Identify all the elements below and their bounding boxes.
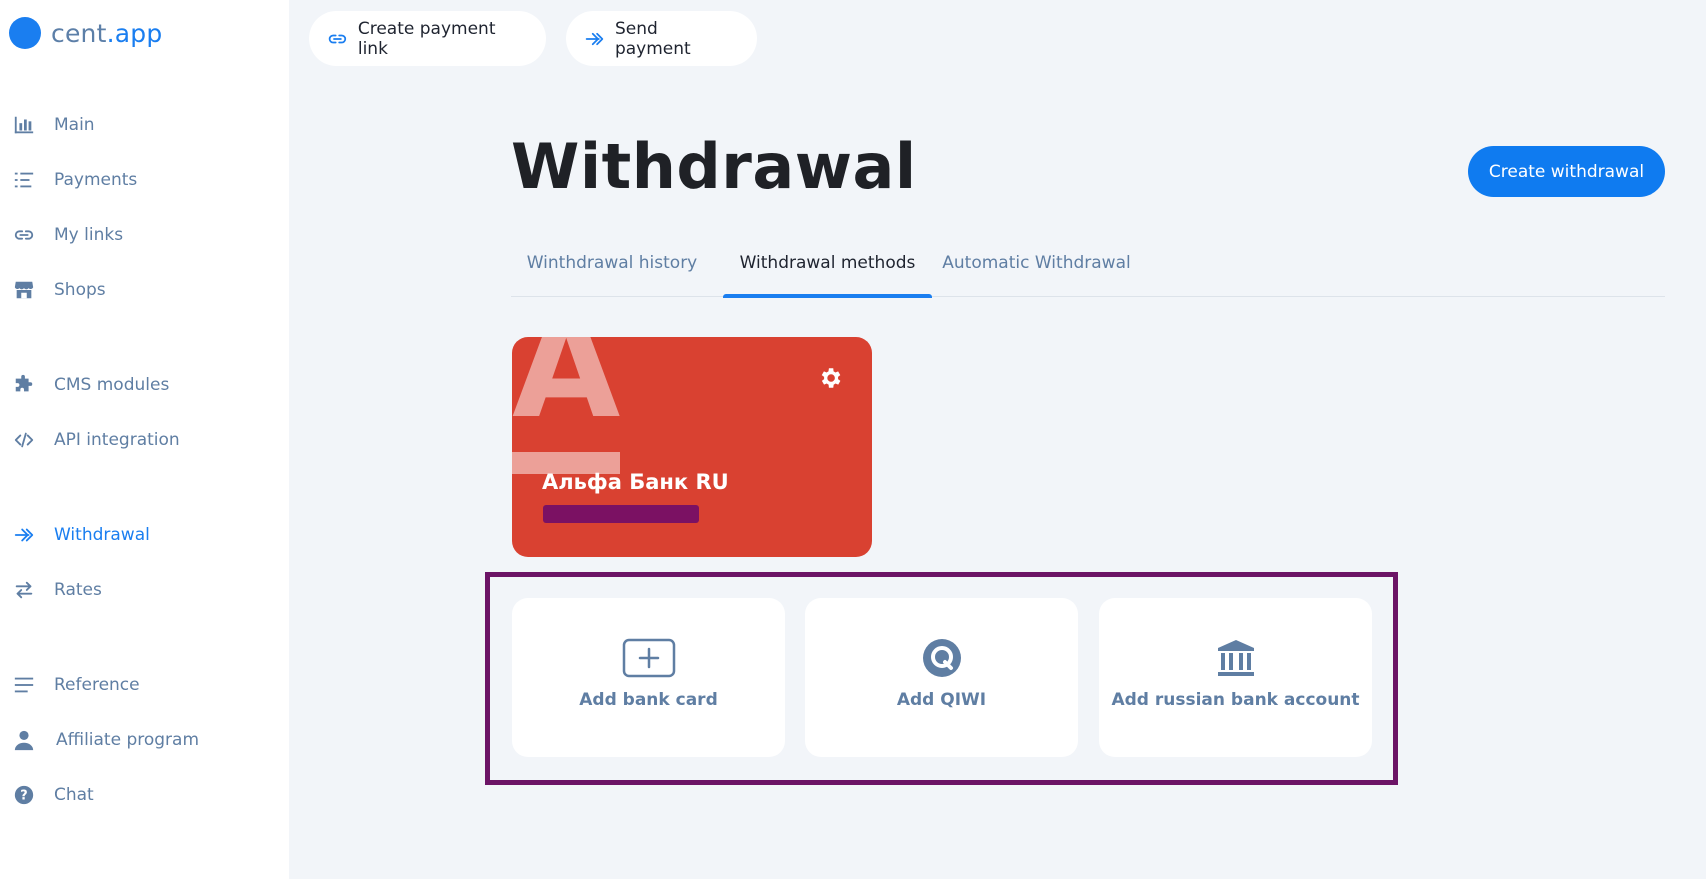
- sidebar-item-label: Main: [54, 115, 95, 135]
- sidebar: cent.app Main Payments My links Shops CM…: [0, 0, 289, 879]
- svg-text:?: ?: [20, 789, 27, 804]
- page-title: Withdrawal: [511, 130, 917, 203]
- gear-icon[interactable]: [817, 365, 843, 391]
- logo[interactable]: cent.app: [9, 17, 162, 49]
- sidebar-item-shops[interactable]: Shops: [12, 275, 106, 305]
- method-label: Add QIWI: [896, 690, 987, 710]
- link-icon: [12, 223, 36, 247]
- sidebar-item-rates[interactable]: Rates: [12, 575, 102, 605]
- double-arrow-icon: [12, 523, 36, 547]
- sidebar-item-reference[interactable]: Reference: [12, 670, 140, 700]
- logo-circle-icon: [9, 17, 41, 49]
- sidebar-item-chat[interactable]: ? Chat: [12, 780, 94, 810]
- method-label: Add russian bank account: [1111, 690, 1360, 710]
- sidebar-item-main[interactable]: Main: [12, 110, 95, 140]
- add-bank-card-button[interactable]: Add bank card: [512, 598, 785, 757]
- create-withdrawal-button[interactable]: Create withdrawal: [1468, 146, 1665, 197]
- sidebar-item-label: Reference: [54, 675, 140, 695]
- logo-text: cent.app: [51, 18, 163, 48]
- sidebar-item-label: Payments: [54, 170, 138, 190]
- tab-withdrawal-history[interactable]: Winthdrawal history: [511, 245, 713, 297]
- create-payment-link-label: Create payment link: [357, 18, 496, 59]
- store-icon: [12, 278, 36, 302]
- create-payment-link-button[interactable]: Create payment link: [309, 11, 546, 66]
- alfa-bank-card[interactable]: A Альфа Банк RU: [512, 337, 872, 557]
- add-russian-bank-account-button[interactable]: Add russian bank account: [1099, 598, 1372, 757]
- menu-lines-icon: [12, 673, 36, 697]
- bank-building-icon: [1208, 638, 1264, 678]
- sidebar-item-label: Chat: [54, 785, 94, 805]
- redacted-card-number: [543, 505, 699, 523]
- code-icon: [12, 428, 36, 452]
- sidebar-item-my-links[interactable]: My links: [12, 220, 123, 250]
- puzzle-icon: [12, 373, 36, 397]
- add-card-icon: [621, 638, 677, 678]
- tab-withdrawal-methods[interactable]: Withdrawal methods: [723, 245, 932, 298]
- send-payment-label: Send payment: [614, 18, 691, 59]
- help-circle-icon: ?: [12, 783, 36, 807]
- sidebar-item-label: My links: [54, 225, 124, 245]
- method-label: Add bank card: [579, 690, 718, 710]
- sidebar-item-api-integration[interactable]: API integration: [12, 425, 180, 455]
- alfa-bank-logo: A: [512, 337, 621, 450]
- send-payment-button[interactable]: Send payment: [566, 11, 757, 66]
- withdrawal-tabs: Winthdrawal history Withdrawal methods A…: [511, 245, 1665, 298]
- bar-chart-icon: [12, 113, 36, 137]
- double-arrow-icon: [585, 32, 604, 45]
- sidebar-item-label: Shops: [54, 280, 106, 300]
- add-qiwi-button[interactable]: Add QIWI: [805, 598, 1078, 757]
- sidebar-item-label: Affiliate program: [56, 730, 200, 750]
- sidebar-item-cms-modules[interactable]: CMS modules: [12, 370, 169, 400]
- sidebar-item-withdrawal[interactable]: Withdrawal: [12, 520, 150, 550]
- bank-name: Альфа Банк RU: [542, 470, 729, 494]
- sidebar-item-label: Rates: [54, 580, 102, 600]
- link-icon: [328, 34, 347, 43]
- tab-automatic-withdrawal[interactable]: Automatic Withdrawal: [942, 245, 1131, 297]
- sidebar-item-label: Withdrawal: [54, 525, 150, 545]
- sidebar-item-affiliate-program[interactable]: Affiliate program: [12, 725, 199, 755]
- user-icon: [12, 728, 36, 752]
- sidebar-item-label: API integration: [54, 430, 180, 450]
- swap-icon: [12, 578, 36, 602]
- sidebar-item-payments[interactable]: Payments: [12, 165, 137, 195]
- qiwi-icon: [914, 638, 970, 678]
- list-icon: [12, 168, 36, 192]
- sidebar-item-label: CMS modules: [54, 375, 170, 395]
